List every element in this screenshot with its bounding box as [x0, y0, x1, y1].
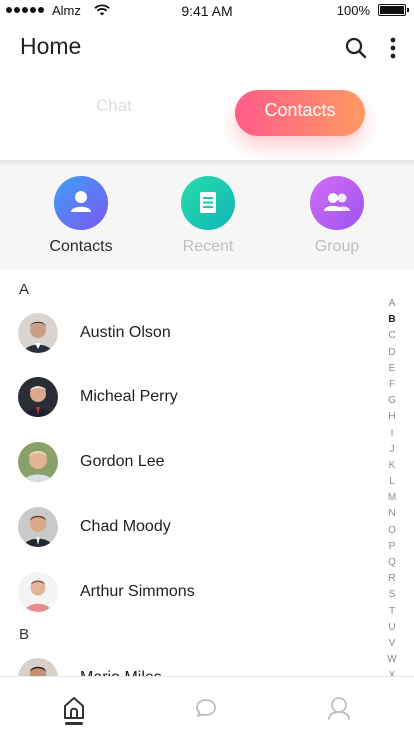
active-indicator	[65, 722, 83, 725]
alphabet-letter[interactable]: A	[382, 296, 402, 312]
contact-item[interactable]: Arthur Simmons	[0, 572, 370, 632]
section-header-b: B	[19, 626, 30, 643]
alphabet-letter[interactable]: C	[382, 328, 402, 344]
contact-item[interactable]: Austin Olson	[0, 313, 370, 373]
contact-avatar	[18, 442, 58, 482]
bottom-navigation	[0, 676, 414, 736]
contact-name: Arthur Simmons	[80, 583, 195, 600]
person-icon	[71, 191, 91, 212]
contacts-category-icon	[54, 176, 108, 230]
alphabet-letter[interactable]: P	[382, 539, 402, 555]
search-icon	[345, 37, 367, 59]
alphabet-letter[interactable]: R	[382, 571, 402, 587]
alphabet-letter[interactable]: I	[382, 426, 402, 442]
contact-avatar	[18, 377, 58, 417]
contact-name: Gordon Lee	[80, 453, 165, 470]
alphabet-letter[interactable]: J	[382, 442, 402, 458]
contact-avatar	[18, 507, 58, 547]
more-vertical-icon	[390, 37, 396, 59]
tab-chat[interactable]: Chat	[74, 96, 154, 116]
category-contacts[interactable]: Contacts	[31, 176, 131, 256]
more-options-button[interactable]	[384, 36, 402, 60]
chat-bubble-icon	[196, 699, 216, 717]
category-group[interactable]: Group	[287, 176, 387, 256]
section-header-a: A	[19, 281, 30, 298]
alphabet-letter[interactable]: E	[382, 361, 402, 377]
alphabet-letter[interactable]: T	[382, 604, 402, 620]
contact-item[interactable]: Gordon Lee	[0, 442, 370, 502]
contact-name: Austin Olson	[80, 324, 171, 341]
recent-category-icon	[181, 176, 235, 230]
alphabet-letter[interactable]: F	[382, 377, 402, 393]
group-category-icon	[310, 176, 364, 230]
home-icon	[64, 697, 84, 719]
nav-profile[interactable]	[324, 693, 354, 723]
alphabet-letter[interactable]: O	[382, 523, 402, 539]
contact-name: Chad Moody	[80, 518, 171, 535]
alphabet-letter[interactable]: U	[382, 620, 402, 636]
category-label: Recent	[182, 238, 234, 255]
alphabet-letter[interactable]: B	[382, 312, 402, 328]
alphabet-letter[interactable]: L	[382, 474, 402, 490]
contact-avatar	[18, 313, 58, 353]
tab-contacts[interactable]: Contacts	[235, 90, 365, 136]
category-label: Contacts	[49, 238, 113, 255]
contact-avatar	[18, 572, 58, 612]
battery-percent: 100%	[336, 3, 370, 18]
nav-chat[interactable]	[191, 693, 221, 723]
status-bar: Almz 9:41 AM 100%	[0, 0, 414, 22]
alphabet-letter[interactable]: S	[382, 587, 402, 603]
alphabet-letter[interactable]: G	[382, 393, 402, 409]
alphabet-letter[interactable]: Q	[382, 555, 402, 571]
page-title: Home	[20, 33, 82, 59]
document-icon	[200, 192, 216, 213]
nav-home[interactable]	[59, 693, 89, 725]
contact-item[interactable]: Micheal Perry	[0, 377, 370, 437]
alphabet-letter[interactable]: W	[382, 652, 402, 668]
category-row: Contacts Recent Group	[0, 166, 414, 270]
alphabet-letter[interactable]: V	[382, 636, 402, 652]
search-button[interactable]	[344, 36, 368, 60]
alphabet-index[interactable]: ABCDEFGHIJKLMNOPQRSTUVWX	[382, 296, 402, 676]
group-icon	[324, 193, 350, 211]
category-label: Group	[314, 238, 360, 255]
alphabet-letter[interactable]: K	[382, 458, 402, 474]
alphabet-letter[interactable]: H	[382, 409, 402, 425]
alphabet-letter[interactable]: N	[382, 506, 402, 522]
alphabet-letter[interactable]: M	[382, 490, 402, 506]
battery-icon	[378, 4, 409, 16]
contact-item[interactable]: Chad Moody	[0, 507, 370, 567]
alphabet-letter[interactable]: D	[382, 345, 402, 361]
alphabet-letter[interactable]: X	[382, 668, 402, 676]
category-recent[interactable]: Recent	[158, 176, 258, 256]
contact-name: Micheal Perry	[80, 388, 178, 405]
profile-icon	[328, 697, 350, 720]
